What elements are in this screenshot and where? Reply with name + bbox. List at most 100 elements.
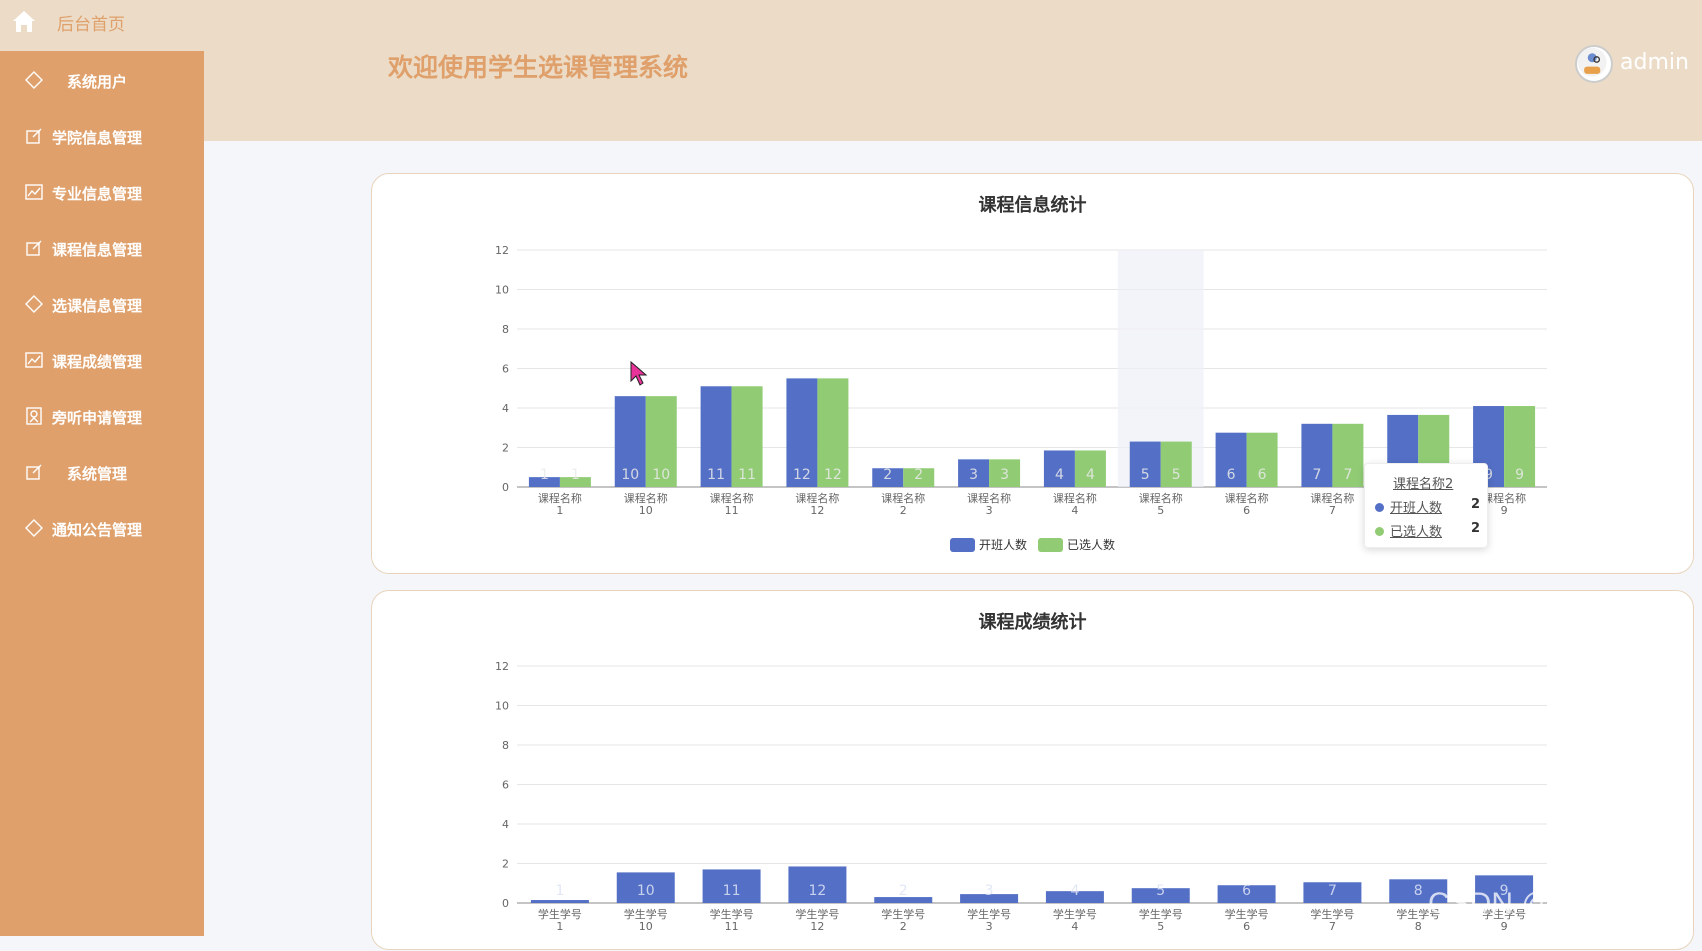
username[interactable]: admin <box>1620 50 1689 75</box>
tooltip-series-value: 2 <box>1470 521 1480 536</box>
course-info-chart-card: 课程信息统计 0 2 4 6 8 10 12 1 1 课程名称 1 10 10 课程名称 10 11 11 课程名… <box>371 173 1694 574</box>
chart-tooltip: 课程名称2 开班人数 2 已选人数 2 <box>1364 463 1488 548</box>
avatar[interactable] <box>1575 45 1613 83</box>
x-tick-label: 6 <box>1243 920 1250 933</box>
x-tick-label: 7 <box>1329 504 1336 517</box>
y-tick-label: 12 <box>495 660 509 673</box>
user-icon <box>26 407 42 425</box>
x-tick-label: 1 <box>556 920 563 933</box>
x-tick-label: 学生学号 <box>1139 907 1183 921</box>
x-tick-label: 5 <box>1157 504 1164 517</box>
x-tick-label: 课程名称 <box>710 491 754 505</box>
tooltip-series-name: 已选人数 <box>1390 525 1443 540</box>
x-tick-label: 3 <box>986 920 993 933</box>
bar <box>530 900 589 903</box>
bar-data-label: 12 <box>793 467 811 483</box>
tooltip-row: 已选人数 2 <box>1375 521 1480 540</box>
x-tick-label: 学生学号 <box>710 907 754 921</box>
x-tick-label: 4 <box>1071 920 1078 933</box>
bar-data-label: 4 <box>1086 467 1095 483</box>
x-tick-label: 10 <box>639 504 653 517</box>
y-tick-label: 10 <box>495 284 509 297</box>
y-tick-label: 8 <box>502 323 509 336</box>
tag-icon <box>25 519 43 537</box>
y-tick-label: 8 <box>502 739 509 752</box>
sidebar-item[interactable]: 通知公告管理 <box>0 508 204 548</box>
bar-data-label: 3 <box>1000 467 1009 483</box>
x-tick-label: 1 <box>556 504 563 517</box>
sidebar-item-label: 课程成绩管理 <box>52 353 143 371</box>
bar-data-label: 1 <box>555 883 564 899</box>
bar-data-label: 12 <box>809 883 827 899</box>
legend-label: 已选人数 <box>1067 537 1115 552</box>
bar-data-label: 3 <box>969 467 978 483</box>
x-tick-label: 11 <box>725 504 739 517</box>
x-tick-label: 课程名称 <box>1225 491 1269 505</box>
x-tick-label: 9 <box>1501 504 1508 517</box>
bar-data-label: 9 <box>1515 467 1524 483</box>
bar-data-label: 11 <box>738 467 756 483</box>
sidebar-item-label: 系统用户 <box>67 73 128 91</box>
sidebar-item[interactable]: 系统管理 <box>0 452 204 492</box>
sidebar-item[interactable]: 旁听申请管理 <box>0 396 204 436</box>
x-tick-label: 2 <box>900 504 907 517</box>
page-title: 欢迎使用学生选课管理系统 <box>388 53 689 82</box>
header: 欢迎使用学生选课管理系统 admin <box>204 0 1702 141</box>
bar-data-label: 1 <box>571 467 580 483</box>
x-tick-label: 课程名称 <box>1053 491 1097 505</box>
sidebar-item[interactable]: 课程信息管理 <box>0 228 204 268</box>
bar-data-label: 6 <box>1242 883 1251 899</box>
series-dot-icon <box>1375 527 1384 536</box>
x-tick-label: 课程名称 <box>1139 491 1183 505</box>
sidebar-home[interactable]: 后台首页 <box>0 0 204 51</box>
tag-icon <box>25 71 43 89</box>
sidebar-item-label: 系统管理 <box>67 465 128 483</box>
course-info-chart: 0246810121 1课程名称110 10课程名称1011 11课程名称1112 12… <box>495 244 1547 552</box>
sidebar-item[interactable]: 选课信息管理 <box>0 284 204 324</box>
mouse-cursor-icon <box>630 361 648 386</box>
chart-icon <box>25 184 43 200</box>
x-tick-label: 8 <box>1415 920 1422 933</box>
bar-data-label: 6 <box>1258 467 1267 483</box>
x-tick-label: 12 <box>810 920 824 933</box>
x-tick-label: 学生学号 <box>624 907 668 921</box>
bar-data-label: 7 <box>1328 883 1337 899</box>
watermark: CSDN @kybs1991 <box>1428 887 1681 920</box>
x-tick-label: 5 <box>1157 920 1164 933</box>
sidebar-item[interactable]: 系统用户 <box>0 60 204 100</box>
sidebar-item[interactable]: 学院信息管理 <box>0 116 204 156</box>
sidebar-item-label: 课程信息管理 <box>52 241 143 259</box>
tooltip-series-name: 开班人数 <box>1390 501 1443 516</box>
x-tick-label: 9 <box>1501 920 1508 933</box>
sidebar-item-label: 选课信息管理 <box>52 297 143 315</box>
x-tick-label: 课程名称 <box>538 491 582 505</box>
bar-data-label: 2 <box>883 467 892 483</box>
bar-data-label: 11 <box>707 467 725 483</box>
x-tick-label: 12 <box>810 504 824 517</box>
x-tick-label: 4 <box>1071 504 1078 517</box>
bar-data-label: 5 <box>1172 467 1181 483</box>
x-tick-label: 学生学号 <box>1310 907 1354 921</box>
series-dot-icon <box>1375 503 1384 512</box>
home-icon <box>13 11 35 32</box>
edit-icon <box>26 128 42 144</box>
bar-data-label: 2 <box>914 467 923 483</box>
y-tick-label: 2 <box>502 442 509 455</box>
y-tick-label: 0 <box>502 897 509 910</box>
chart-icon <box>25 352 43 368</box>
x-tick-label: 课程名称 <box>1310 491 1354 505</box>
tag-icon <box>25 295 43 313</box>
sidebar-item-label: 通知公告管理 <box>52 521 143 539</box>
y-tick-label: 4 <box>502 818 509 831</box>
x-tick-label: 10 <box>639 920 653 933</box>
x-tick-label: 课程名称 <box>1482 491 1526 505</box>
x-tick-label: 学生学号 <box>538 907 582 921</box>
sidebar-item[interactable]: 课程成绩管理 <box>0 340 204 380</box>
tooltip-title: 课程名称2 <box>1393 477 1454 492</box>
bar-data-label: 8 <box>1414 883 1423 899</box>
bar-data-label: 10 <box>621 467 639 483</box>
bar-data-label: 5 <box>1156 883 1165 899</box>
user-avatar-icon <box>1577 47 1607 77</box>
bar-data-label: 10 <box>652 467 670 483</box>
sidebar-item[interactable]: 专业信息管理 <box>0 172 204 212</box>
